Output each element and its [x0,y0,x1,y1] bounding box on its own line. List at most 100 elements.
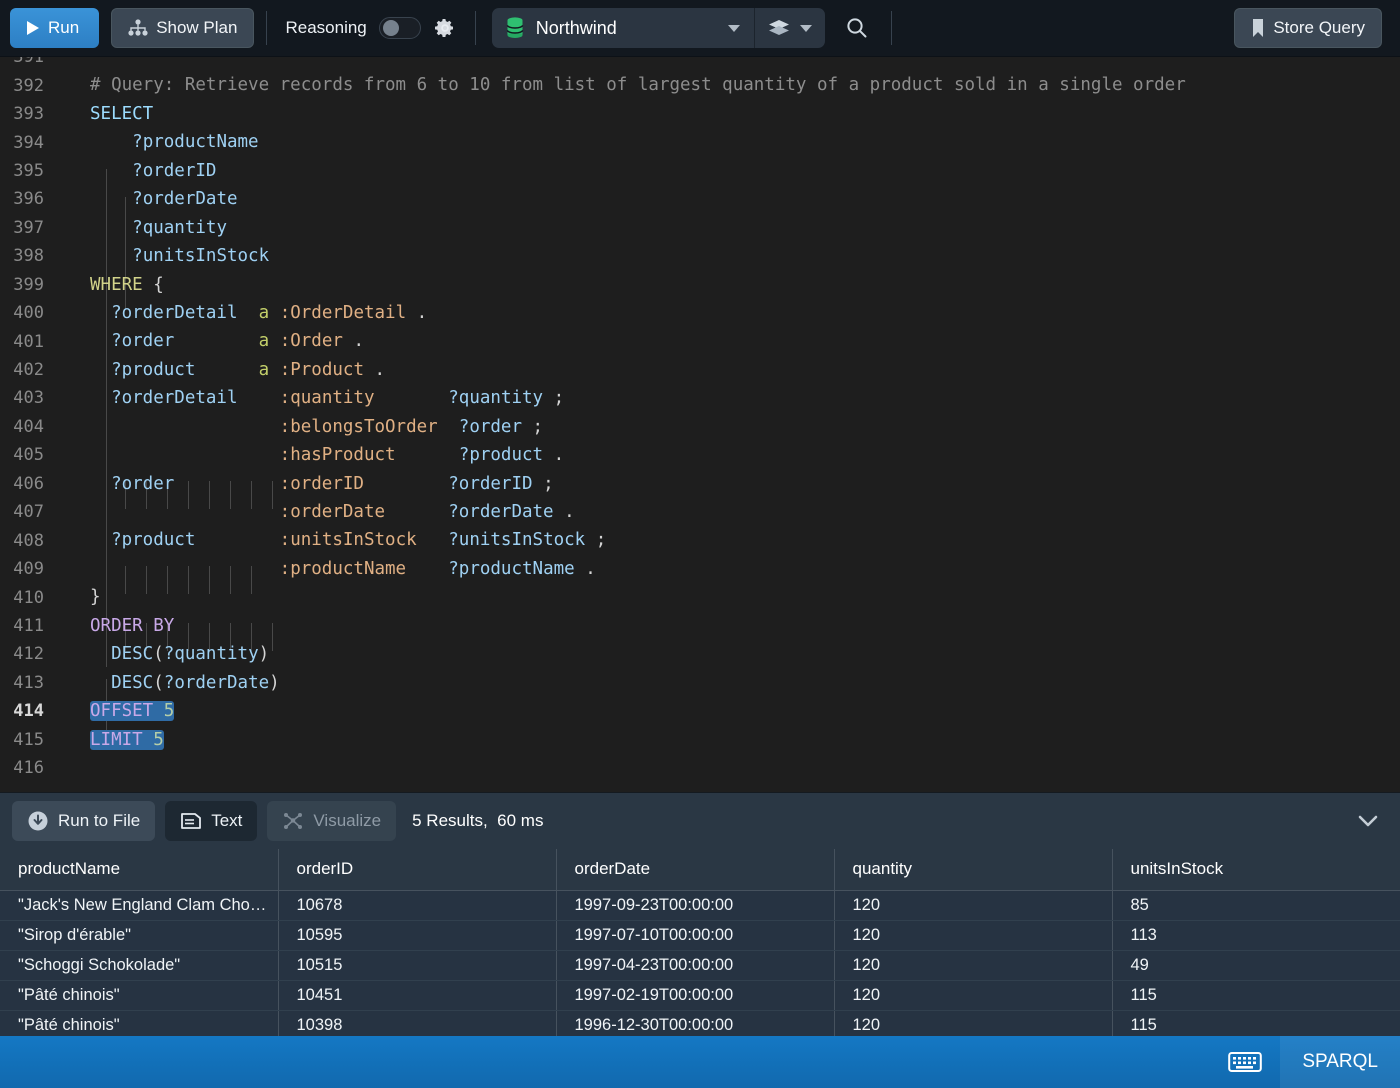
run-button[interactable]: Run [10,8,100,48]
code-line[interactable]: 409 :productName ?productName . [0,555,1400,583]
table-cell-orderDate[interactable]: 1997-09-23T00:00:00 [556,890,835,921]
code-line[interactable]: 391 [0,57,1400,71]
code-line[interactable]: 396 ?orderDate [0,185,1400,213]
line-number: 411 [13,615,44,636]
table-cell-productName[interactable]: "Sirop d'érable" [0,920,279,951]
code-line[interactable]: 404 :belongsToOrder ?order ; [0,413,1400,441]
document-icon [180,811,202,831]
table-cell-unitsInStock[interactable]: 115 [1112,980,1400,1011]
table-cell-productName[interactable]: "Schoggi Schokolade" [0,950,279,981]
table-cell-orderID[interactable]: 10595 [278,920,557,951]
keyboard-icon[interactable] [1210,1036,1280,1088]
language-mode-label[interactable]: SPARQL [1280,1036,1400,1088]
line-number: 409 [13,559,44,580]
code-line[interactable]: 411 ORDER BY [0,612,1400,640]
code-line[interactable]: 393 SELECT [0,100,1400,128]
code-line[interactable]: 414 OFFSET 5 [0,697,1400,725]
table-cell-quantity[interactable]: 120 [834,920,1113,951]
results-count: 5 Results, 60 ms [412,811,544,830]
run-to-file-button[interactable]: Run to File [12,801,156,841]
column-header-quantity[interactable]: quantity [834,849,1113,891]
line-number: 413 [13,672,44,693]
table-cell-orderDate[interactable]: 1997-07-10T00:00:00 [556,920,835,951]
column-header-unitsInStock[interactable]: unitsInStock [1112,849,1400,891]
code-line[interactable]: 415 LIMIT 5 [0,726,1400,754]
code-text: WHERE { [90,274,164,295]
line-number: 414 [13,701,44,722]
code-line[interactable]: 402 ?product a :Product . [0,356,1400,384]
column-header-orderID[interactable]: orderID [278,849,557,891]
line-number: 392 [13,75,44,96]
code-line[interactable]: 403 ?orderDetail :quantity ?quantity ; [0,384,1400,412]
table-cell-quantity[interactable]: 120 [834,980,1113,1011]
caret-down-icon [727,24,740,32]
results-table-container[interactable]: productName orderID orderDate quantity u… [0,849,1400,1047]
code-line[interactable]: 408 ?product :unitsInStock ?unitsInStock… [0,526,1400,554]
table-cell-unitsInStock[interactable]: 85 [1112,890,1400,921]
search-icon[interactable] [835,8,879,48]
code-line[interactable]: 400 ?orderDetail a :OrderDetail . [0,299,1400,327]
code-line[interactable]: 398 ?unitsInStock [0,242,1400,270]
line-number: 394 [13,132,44,153]
code-line[interactable]: 397 ?quantity [0,214,1400,242]
run-to-file-label: Run to File [58,811,141,830]
table-body: "Jack's New England Clam Cho… 10678 1997-0… [0,890,1400,1041]
table-cell-quantity[interactable]: 120 [834,890,1113,921]
database-name: Northwind [535,17,617,38]
gear-icon[interactable] [433,16,457,40]
collapse-results-button[interactable] [1348,801,1388,841]
code-line[interactable]: 412 DESC(?quantity) [0,640,1400,668]
graph-nodes-icon [282,811,304,831]
code-line[interactable]: 401 ?order a :Order . [0,327,1400,355]
show-plan-label: Show Plan [156,18,238,37]
tab-visualize[interactable]: Visualize [267,801,397,841]
show-plan-button[interactable]: Show Plan [111,8,255,48]
store-query-button[interactable]: Store Query [1234,8,1382,48]
column-header-orderDate[interactable]: orderDate [556,849,835,891]
table-cell-unitsInStock[interactable]: 113 [1112,920,1400,951]
reasoning-control: Reasoning [279,16,462,40]
table-row[interactable]: "Sirop d'érable" 10595 1997-07-10T00:00:00… [0,920,1400,951]
code-line[interactable]: 405 :hasProduct ?product . [0,441,1400,469]
table-cell-unitsInStock[interactable]: 49 [1112,950,1400,981]
layers-selector[interactable] [753,8,825,48]
line-number: 396 [13,189,44,210]
code-line[interactable]: 413 DESC(?orderDate) [0,669,1400,697]
code-line[interactable]: 392 # Query: Retrieve records from 6 to 1… [0,71,1400,99]
code-line[interactable]: 395 ?orderID [0,157,1400,185]
line-number: 398 [13,246,44,267]
table-row[interactable]: "Pâté chinois" 10451 1997-02-19T00:00:00 12… [0,980,1400,1011]
table-cell-orderID[interactable]: 10678 [278,890,557,921]
code-line[interactable]: 394 ?productName [0,128,1400,156]
database-selector[interactable]: Northwind [492,8,754,48]
code-lines: 391 392 # Query: Retrieve records from 6 t… [0,57,1400,782]
chevron-down-icon [1357,814,1379,828]
code-text: LIMIT 5 [90,729,164,750]
table-cell-quantity[interactable]: 120 [834,950,1113,981]
code-text: :belongsToOrder ?order ; [279,416,544,437]
code-text: :orderDate ?orderDate . [279,502,575,522]
table-row[interactable]: "Schoggi Schokolade" 10515 1997-04-23T00:0… [0,950,1400,981]
query-editor[interactable]: 391 392 # Query: Retrieve records from 6 t… [0,57,1400,792]
reasoning-toggle[interactable] [378,17,421,39]
code-line[interactable]: 410} [0,583,1400,611]
table-cell-orderID[interactable]: 10515 [278,950,557,981]
table-cell-orderID[interactable]: 10451 [278,980,557,1011]
tab-text[interactable]: Text [165,801,258,841]
table-cell-productName[interactable]: "Jack's New England Clam Cho… [0,890,279,921]
column-header-productName[interactable]: productName [0,849,279,891]
code-line[interactable]: 416 [0,754,1400,782]
code-line[interactable]: 406 ?order :orderID ?orderID ; [0,470,1400,498]
line-number: 400 [13,303,44,324]
code-text: :productName ?productName . [279,558,596,579]
code-text: ?orderDetail a :OrderDetail . [111,302,428,323]
table-cell-orderDate[interactable]: 1997-02-19T00:00:00 [556,980,835,1011]
code-line[interactable]: 407 :orderDate ?orderDate . [0,498,1400,526]
toolbar-divider-3 [890,11,892,45]
table-cell-productName[interactable]: "Pâté chinois" [0,980,279,1011]
code-line[interactable]: 399 WHERE { [0,271,1400,299]
app-window: Run Show Plan Reasoning Northwind Store … [0,0,1400,1088]
table-cell-orderDate[interactable]: 1997-04-23T00:00:00 [556,950,835,981]
download-circle-icon [27,810,49,832]
table-row[interactable]: "Jack's New England Clam Cho… 10678 1997-0… [0,890,1400,921]
